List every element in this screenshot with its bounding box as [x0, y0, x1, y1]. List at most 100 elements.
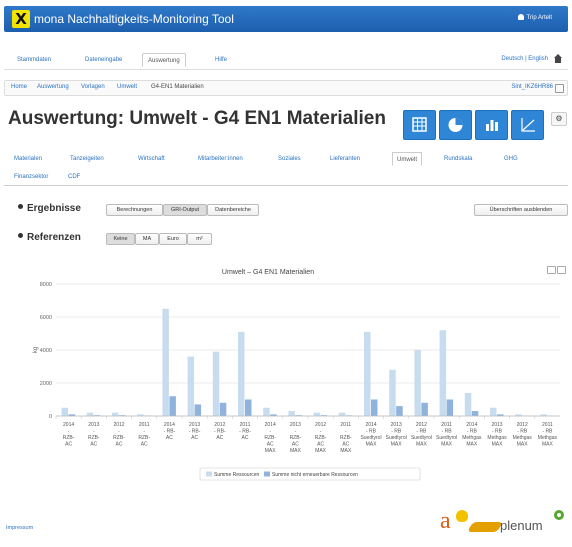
x-tick-label: AC: [116, 442, 123, 448]
hide-headings-button[interactable]: Überschriften ausblenden: [474, 204, 568, 216]
bar: [364, 331, 371, 416]
bar: [439, 330, 447, 416]
x-tick-label: AC: [292, 442, 299, 448]
print-icon[interactable]: [547, 266, 556, 274]
ref-euro-button[interactable]: Euro: [159, 233, 187, 245]
breadcrumb-current: G4-EN1 Materialien: [151, 84, 204, 90]
menu-stammdaten[interactable]: Stammdaten: [12, 53, 56, 67]
menu-dateneingabe[interactable]: Dateneingabe: [80, 53, 127, 67]
bar: [371, 399, 378, 416]
page-title: Auswertung: Umwelt - G4 EN1 Materialien: [8, 108, 386, 129]
x-tick-label: - RB-: [239, 429, 251, 435]
x-tick-label: MAX: [542, 442, 554, 448]
pie-chart-icon: [448, 118, 463, 132]
datenbereiche-button[interactable]: Datenbereiche: [207, 204, 259, 216]
bar: [414, 350, 421, 416]
y-tick-label: 4000: [40, 348, 52, 354]
pie-view-button[interactable]: [439, 110, 472, 140]
x-tick-label: -: [143, 429, 145, 435]
main-menu: Stammdaten Dateneingabe Auswertung Hilfe…: [4, 50, 568, 70]
tab-mitarbeiter[interactable]: Mitarbeiter:innen: [194, 152, 247, 166]
x-tick-label: - RB: [416, 429, 427, 435]
bar: [238, 331, 245, 416]
x-tick-label: 2014: [63, 422, 74, 428]
line-view-button[interactable]: [511, 110, 544, 140]
settings-button[interactable]: ⚙: [551, 112, 567, 126]
tab-cdf[interactable]: CDF: [64, 170, 84, 184]
gri-output-button[interactable]: GRI-Output: [163, 204, 207, 216]
berechnungen-button[interactable]: Berechnungen: [106, 204, 163, 216]
x-tick-label: MAX: [416, 442, 428, 448]
ref-keine-button[interactable]: Keine: [106, 233, 135, 245]
bar: [61, 407, 69, 416]
legend-label: Summe Ressourcen: [214, 472, 260, 478]
breadcrumb-umwelt[interactable]: Umwelt: [117, 84, 137, 90]
x-tick-label: - RB: [366, 429, 377, 435]
table-icon: [412, 117, 427, 132]
x-tick-label: 2012: [214, 422, 225, 428]
x-tick-label: - RB: [517, 429, 528, 435]
bar: [187, 356, 195, 416]
x-tick-label: AC: [317, 442, 324, 448]
language-switch[interactable]: Deutsch | English: [501, 56, 548, 62]
bar: [338, 412, 346, 416]
tab-ghg[interactable]: GHG: [500, 152, 522, 166]
x-tick-label: -: [295, 429, 297, 435]
bar-view-button[interactable]: [475, 110, 508, 140]
x-tick-label: 2014: [365, 422, 376, 428]
bar: [219, 402, 227, 416]
x-tick-label: Suedtyrol: [360, 435, 381, 441]
y-tick-label: 0: [49, 414, 52, 420]
tab-tanzeigeiten[interactable]: Tanzeigeiten: [66, 152, 108, 166]
breadcrumb-vorlagen[interactable]: Vorlagen: [81, 84, 105, 90]
x-tick-label: - RB-: [214, 429, 226, 435]
x-tick-label: 2013: [491, 422, 502, 428]
breadcrumb-toggle-button[interactable]: [555, 84, 564, 93]
app-title: mona Nachhaltigkeits-Monitoring Tool: [34, 12, 234, 26]
impressum-link[interactable]: Impressum: [6, 525, 33, 531]
x-tick-label: MAX: [290, 448, 302, 454]
x-tick-label: 2014: [466, 422, 477, 428]
x-tick-label: RZB-: [113, 435, 125, 441]
bar: [421, 402, 428, 416]
references-label: Referenzen: [18, 232, 81, 243]
x-tick-label: AC: [90, 442, 97, 448]
ref-ma-button[interactable]: MA: [135, 233, 159, 245]
x-tick-label: Methgas: [513, 435, 533, 441]
x-tick-label: RZB-: [315, 435, 327, 441]
home-icon[interactable]: [554, 54, 562, 63]
x-tick-label: MAX: [391, 442, 403, 448]
tab-umwelt[interactable]: Umwelt: [392, 152, 423, 166]
x-tick-label: Methgas: [538, 435, 558, 441]
ref-m2-button[interactable]: m²: [187, 233, 212, 245]
tab-soziales[interactable]: Soziales: [274, 152, 305, 166]
y-axis-label: kg: [33, 347, 39, 353]
x-tick-label: Suedtyrol: [436, 435, 457, 441]
x-tick-label: Suedtyrol: [386, 435, 407, 441]
x-tick-label: MAX: [517, 442, 529, 448]
tab-lieferanten[interactable]: Lieferanten: [326, 152, 364, 166]
x-tick-label: - RB-: [189, 429, 201, 435]
export-icon[interactable]: [557, 266, 566, 274]
breadcrumb-home[interactable]: Home: [11, 84, 27, 90]
tab-wirtschaft[interactable]: Wirtschaft: [134, 152, 169, 166]
user-menu[interactable]: Trip Artelt: [517, 14, 552, 21]
x-tick-label: 2012: [315, 422, 326, 428]
x-tick-label: -: [345, 429, 347, 435]
bar: [313, 412, 321, 416]
x-tick-label: - RB: [542, 429, 553, 435]
plenum-logo: a plenum: [440, 508, 564, 540]
bar: [112, 412, 119, 416]
x-tick-label: 2013: [290, 422, 301, 428]
menu-hilfe[interactable]: Hilfe: [210, 53, 232, 67]
tab-rundskala[interactable]: Rundskala: [440, 152, 476, 166]
bar: [245, 399, 252, 416]
gear-icon: ⚙: [555, 114, 563, 123]
x-tick-label: RZB-: [63, 435, 75, 441]
tab-finanzsektor[interactable]: Finanzsektor: [10, 170, 52, 184]
tab-materialen[interactable]: Materialen: [10, 152, 46, 166]
x-tick-label: MAX: [466, 442, 478, 448]
menu-auswertung[interactable]: Auswertung: [142, 53, 186, 67]
breadcrumb-auswertung[interactable]: Auswertung: [37, 84, 69, 90]
table-view-button[interactable]: [403, 110, 436, 140]
